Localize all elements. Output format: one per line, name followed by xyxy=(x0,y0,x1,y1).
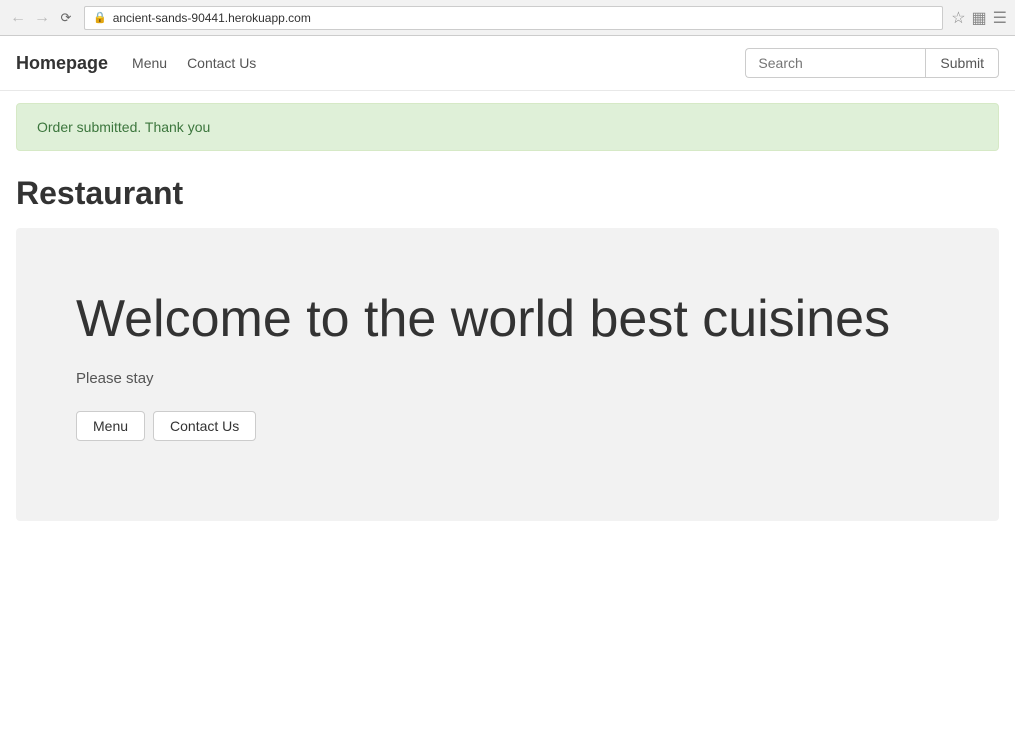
address-bar[interactable]: 🔒 ancient-sands-90441.herokuapp.com xyxy=(84,6,943,30)
browser-nav-buttons: ← → ⟳ xyxy=(8,8,76,28)
forward-button[interactable]: → xyxy=(32,8,52,28)
back-button[interactable]: ← xyxy=(8,8,28,28)
url-text: ancient-sands-90441.herokuapp.com xyxy=(113,11,311,25)
lock-icon: 🔒 xyxy=(93,11,107,24)
navbar-brand[interactable]: Homepage xyxy=(16,53,108,74)
hero-menu-button[interactable]: Menu xyxy=(76,411,145,441)
navbar-search: Submit xyxy=(745,48,999,78)
hero-section: Welcome to the world best cuisines Pleas… xyxy=(16,228,999,521)
hero-subtext: Please stay xyxy=(76,370,939,387)
hero-contact-button[interactable]: Contact Us xyxy=(153,411,256,441)
search-input[interactable] xyxy=(745,48,925,78)
menu-icon[interactable]: ☰ xyxy=(993,8,1007,28)
bookmark-icon[interactable]: ☆ xyxy=(951,8,965,28)
alert-message: Order submitted. Thank you xyxy=(37,119,210,135)
alert-success: Order submitted. Thank you xyxy=(16,103,999,151)
navbar-links: Menu Contact Us xyxy=(132,55,256,71)
search-submit-button[interactable]: Submit xyxy=(925,48,999,78)
nav-link-contact[interactable]: Contact Us xyxy=(187,55,256,71)
reload-button[interactable]: ⟳ xyxy=(56,8,76,28)
page-title: Restaurant xyxy=(16,175,999,212)
navbar: Homepage Menu Contact Us Submit xyxy=(0,36,1015,91)
hero-buttons: Menu Contact Us xyxy=(76,411,939,441)
hero-heading: Welcome to the world best cuisines xyxy=(76,288,939,350)
main-content: Restaurant Welcome to the world best cui… xyxy=(0,151,1015,545)
browser-chrome: ← → ⟳ 🔒 ancient-sands-90441.herokuapp.co… xyxy=(0,0,1015,36)
browser-actions: ☆ ▦ ☰ xyxy=(951,8,1007,28)
nav-link-menu[interactable]: Menu xyxy=(132,55,167,71)
extension-icon[interactable]: ▦ xyxy=(972,8,987,28)
